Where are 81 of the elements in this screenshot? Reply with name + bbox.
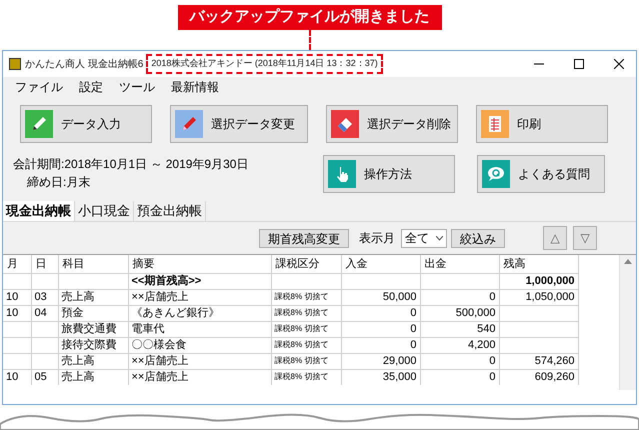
table-cell: 接待交際費 (58, 337, 128, 353)
toolbar-button[interactable]: よくある質問 (477, 155, 605, 193)
table-cell: 電車代 (128, 321, 271, 337)
accounting-period: 会計期間:2018年10月1日 ～ 2019年9月30日 (13, 156, 250, 173)
table-cell: 10 (3, 305, 31, 321)
table-cell: 10 (3, 289, 31, 305)
table-cell: ××店舗売上 (128, 289, 271, 305)
dropdown-value: 全て (405, 230, 429, 247)
toolbar-button[interactable]: 選択データ変更 (170, 105, 308, 143)
column-header: 科目 (58, 255, 128, 273)
tab[interactable]: 預金出納帳 (134, 201, 206, 221)
column-header: 入金 (341, 255, 420, 273)
table-cell: 609,260 (499, 369, 578, 385)
toolbar-button[interactable]: 選択データ削除 (326, 105, 458, 143)
display-month-label: 表示月 (359, 230, 395, 247)
table-cell: 35,000 (341, 369, 420, 385)
table-cell: 0 (420, 369, 499, 385)
table-cell: 0 (341, 337, 420, 353)
toolbar-button[interactable]: 印刷 (476, 105, 608, 143)
table-cell: 売上高 (58, 369, 128, 385)
menu-item[interactable]: ファイル (15, 78, 63, 96)
menu-item[interactable]: ツール (119, 78, 155, 96)
speech-bubble-icon (486, 164, 506, 184)
menu-item[interactable]: 設定 (79, 78, 103, 96)
column-header: 月 (3, 255, 31, 273)
table-cell: 50,000 (341, 289, 420, 305)
filter-button[interactable]: 絞込み (451, 228, 505, 248)
table-cell: <<期首残高>> (128, 273, 271, 289)
table-cell: 課税8% 切捨て (271, 321, 341, 337)
table-cell: 《あきんど銀行》 (128, 305, 271, 321)
table-cell: 売上高 (58, 353, 128, 369)
app-logo-icon (9, 58, 21, 70)
toolbar-button[interactable]: データ入力 (20, 105, 152, 143)
table-cell: ××店舗売上 (128, 353, 271, 369)
table-cell: 4,200 (420, 337, 499, 353)
table-cell: 500,000 (420, 305, 499, 321)
toolbar-button[interactable]: 操作方法 (323, 155, 455, 193)
maximize-icon[interactable] (574, 59, 584, 69)
menu-item[interactable]: 最新情報 (171, 78, 219, 96)
month-dropdown[interactable]: 全て (401, 228, 447, 248)
column-header: 残高 (499, 255, 578, 273)
table-cell: 1,000,000 (499, 273, 578, 289)
table-cell: 29,000 (341, 353, 420, 369)
table-cell: 旅費交通費 (58, 321, 128, 337)
table-cell: 課税8% 切捨て (271, 289, 341, 305)
table-cell: 1,050,000 (499, 289, 578, 305)
table-cell: 課税8% 切捨て (271, 353, 341, 369)
file-title: 2018株式会社アキンドー (2018年11月14日 13：32：37) (146, 54, 383, 74)
column-header: 出金 (420, 255, 499, 273)
opening-balance-button[interactable]: 期首残高変更 (259, 228, 349, 248)
table-cell: 課税8% 切捨て (271, 305, 341, 321)
scrollbar[interactable] (619, 255, 636, 390)
table-cell: 04 (31, 305, 58, 321)
table-cell: 預金 (58, 305, 128, 321)
table-cell: 〇〇様会食 (128, 337, 271, 353)
table-cell: 課税8% 切捨て (271, 337, 341, 353)
table-cell: 売上高 (58, 289, 128, 305)
column-header: 課税区分 (271, 255, 341, 273)
tab[interactable]: 現金出納帳 (3, 201, 75, 221)
table-cell: 課税8% 切捨て (271, 369, 341, 385)
table-cell: 0 (420, 353, 499, 369)
table-cell: 10 (3, 369, 31, 385)
tab[interactable]: 小口現金 (75, 201, 134, 221)
chevron-down-icon (436, 236, 443, 240)
window-title: かんたん商人 現金出納帳6 (25, 58, 144, 72)
callout-label: バックアップファイルが開きました (190, 7, 430, 28)
table-cell: 0 (341, 305, 420, 321)
table-cell: 05 (31, 369, 58, 385)
table-cell: 0 (420, 289, 499, 305)
down-button[interactable]: ▽ (573, 226, 597, 250)
column-header: 日 (31, 255, 58, 273)
table-cell: 574,260 (499, 353, 578, 369)
scroll-up-icon[interactable] (624, 259, 632, 264)
table-cell: 03 (31, 289, 58, 305)
closing-day: 締め日:月末 (13, 173, 323, 191)
close-icon[interactable] (614, 59, 624, 69)
up-button[interactable]: △ (543, 226, 567, 250)
table-cell: 540 (420, 321, 499, 337)
table-cell: ××店舗売上 (128, 369, 271, 385)
column-header: 摘要 (128, 255, 271, 273)
table-cell: 0 (341, 321, 420, 337)
